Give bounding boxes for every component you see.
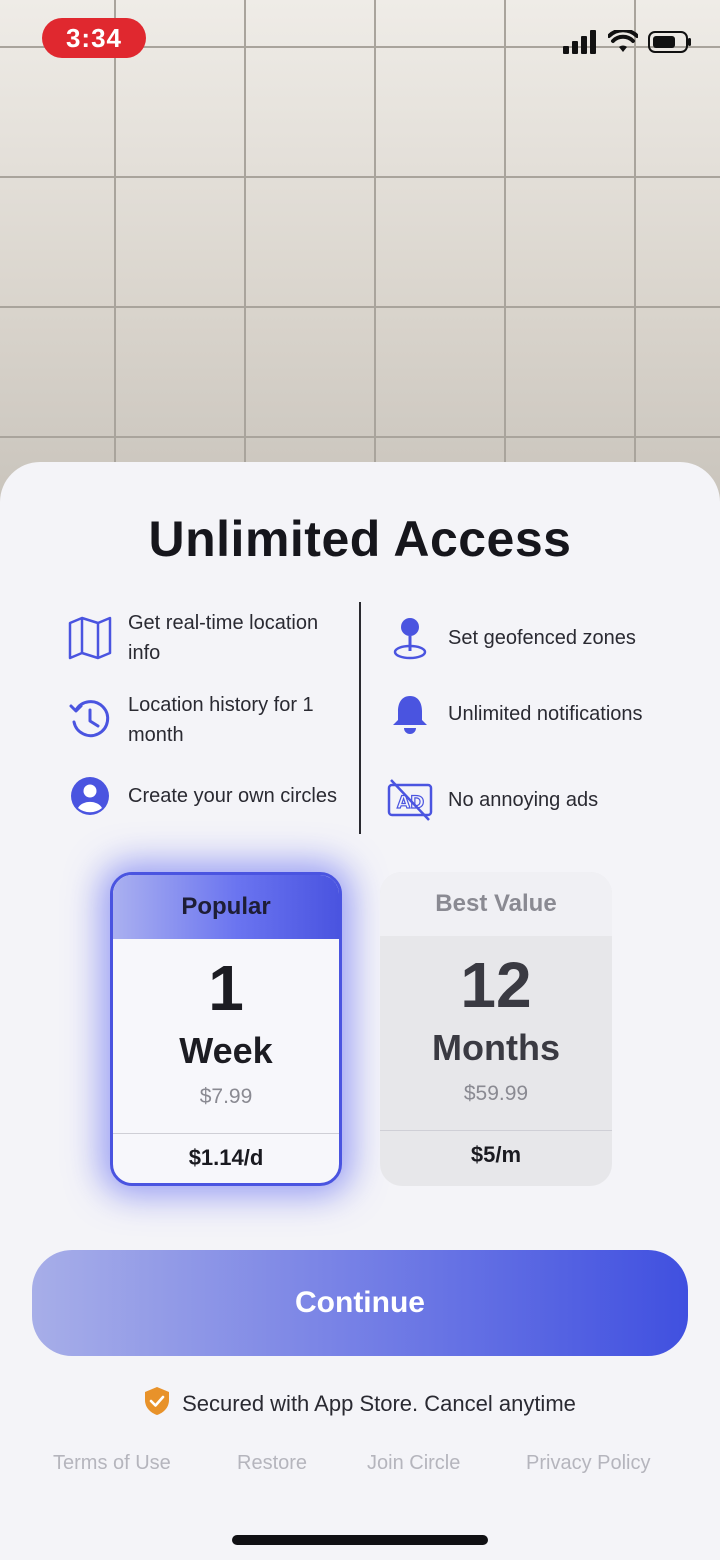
location-pin-icon [386, 614, 434, 662]
plan-card-weekly[interactable]: Popular 1 Week $7.99 $1.14/d [110, 872, 342, 1186]
plan-price: $59.99 [463, 1082, 529, 1105]
plan-duration-number: 12 [460, 949, 532, 1021]
continue-button[interactable]: Continue [32, 1250, 688, 1356]
home-indicator[interactable] [232, 1535, 488, 1545]
plan-per-period: $5/m [470, 1142, 522, 1167]
plan-card-yearly[interactable]: Best Value 12 Months $59.99 $5/m [380, 872, 612, 1186]
plan-separator [380, 1130, 612, 1131]
feature-text: No annoying ads [448, 789, 599, 811]
battery-icon [648, 30, 692, 59]
feature-text: Set geofenced zones [448, 627, 636, 649]
person-icon [66, 772, 114, 820]
feature-no-ads: AD No annoying ads [386, 776, 668, 824]
feature-realtime-location: Get real-time location info [66, 608, 348, 668]
no-ads-icon: AD [386, 776, 434, 824]
join-circle-link[interactable]: Join Circle [367, 1452, 460, 1475]
feature-text: Create your own circles [128, 785, 337, 807]
feature-text: Location history for 1 month [128, 694, 314, 746]
plan-badge: Best Value [380, 872, 612, 936]
history-icon [66, 696, 114, 744]
bell-icon [386, 690, 434, 738]
feature-text: Get real-time location info [128, 612, 319, 664]
cellular-signal-icon [562, 30, 598, 59]
feature-location-history: Location history for 1 month [66, 690, 348, 750]
feature-notifications: Unlimited notifications [386, 690, 668, 738]
plan-badge: Popular [113, 875, 339, 939]
plan-per-period: $1.14/d [188, 1145, 264, 1170]
feature-create-circles: Create your own circles [66, 772, 348, 820]
status-icons [562, 28, 692, 59]
feature-geofenced-zones: Set geofenced zones [386, 614, 668, 662]
feature-text: Unlimited notifications [448, 703, 643, 725]
wifi-icon [607, 28, 639, 59]
plan-price: $7.99 [199, 1085, 253, 1108]
plan-separator [113, 1133, 339, 1134]
plan-duration-unit: Months [432, 1027, 560, 1068]
secured-text: Secured with App Store. Cancel anytime [182, 1391, 576, 1416]
status-time: 3:34 [42, 18, 146, 58]
plan-duration-number: 1 [208, 952, 244, 1024]
secured-notice: Secured with App Store. Cancel anytime [0, 1386, 720, 1422]
terms-of-use-link[interactable]: Terms of Use [53, 1452, 171, 1475]
privacy-policy-link[interactable]: Privacy Policy [526, 1452, 650, 1475]
plan-duration-unit: Week [179, 1030, 273, 1071]
shield-check-icon [144, 1386, 170, 1422]
status-bar: 3:34 [0, 0, 720, 80]
features-divider [359, 602, 361, 834]
paywall-title: Unlimited Access [148, 511, 572, 567]
map-icon [66, 614, 114, 662]
restore-link[interactable]: Restore [237, 1452, 307, 1475]
